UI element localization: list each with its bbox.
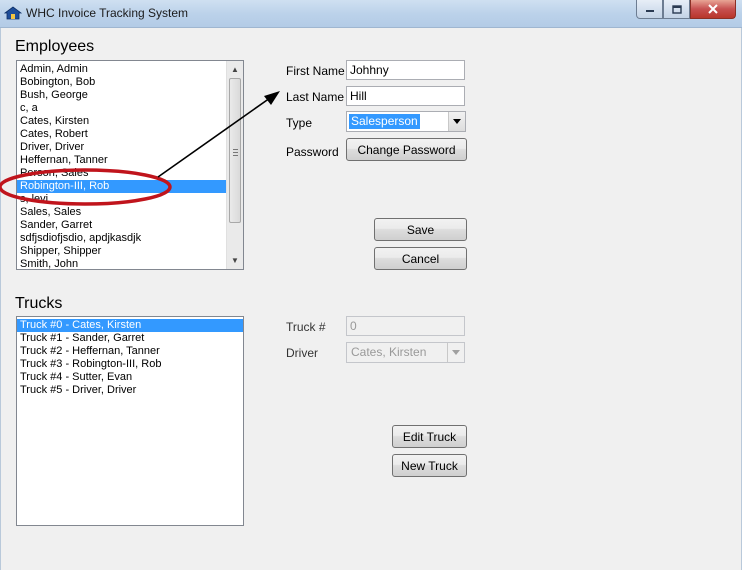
employee-list-item[interactable]: Bush, George: [17, 89, 227, 102]
type-select[interactable]: Salesperson: [346, 111, 466, 132]
last-name-label: Last Name: [286, 90, 345, 104]
employee-list-item[interactable]: Smith, John: [17, 258, 227, 269]
first-name-label: First Name: [286, 64, 345, 78]
truck-list-item[interactable]: Truck #3 - Robington-III, Rob: [17, 358, 243, 371]
minimize-button[interactable]: [636, 0, 663, 19]
minimize-icon: [645, 10, 654, 12]
employees-heading: Employees: [15, 38, 95, 55]
change-password-button[interactable]: Change Password: [346, 138, 467, 161]
title-bar: WHC Invoice Tracking System: [0, 0, 742, 28]
window-title: WHC Invoice Tracking System: [26, 6, 189, 20]
truck-number-label: Truck #: [286, 320, 326, 334]
truck-number-field[interactable]: 0: [346, 316, 465, 336]
employee-list-item[interactable]: Driver, Driver: [17, 141, 227, 154]
employee-list-item[interactable]: Cates, Robert: [17, 128, 227, 141]
trucks-list[interactable]: Truck #0 - Cates, Kirsten Truck #1 - Sand…: [16, 316, 244, 526]
driver-selected-value: Cates, Kirsten: [351, 345, 427, 359]
employee-list-item[interactable]: Person, Sales: [17, 167, 227, 180]
password-label: Password: [286, 145, 339, 159]
close-icon: [708, 4, 718, 14]
maximize-button[interactable]: [663, 0, 690, 19]
driver-label: Driver: [286, 346, 318, 360]
scroll-thumb[interactable]: [229, 78, 241, 223]
employee-list-item[interactable]: s, levi: [17, 193, 227, 206]
employee-list-item[interactable]: Admin, Admin: [17, 63, 227, 76]
maximize-icon: [671, 4, 682, 14]
truck-list-item[interactable]: Truck #4 - Sutter, Evan: [17, 371, 243, 384]
employees-scrollbar[interactable]: ▲ ▼: [226, 61, 243, 269]
truck-list-item[interactable]: Truck #0 - Cates, Kirsten: [17, 319, 243, 332]
employee-list-item[interactable]: Cates, Kirsten: [17, 115, 227, 128]
first-name-field[interactable]: Johhny: [346, 60, 465, 80]
type-label: Type: [286, 116, 313, 130]
employee-list-item[interactable]: Sales, Sales: [17, 206, 227, 219]
employee-list-item[interactable]: c, a: [17, 102, 227, 115]
house-icon: [4, 6, 22, 20]
driver-select[interactable]: Cates, Kirsten: [346, 342, 465, 363]
chevron-down-icon[interactable]: [447, 343, 464, 362]
employee-list-item[interactable]: Sander, Garret: [17, 219, 227, 232]
chevron-down-icon[interactable]: [448, 112, 465, 131]
new-truck-button[interactable]: New Truck: [392, 454, 467, 477]
employee-list-item[interactable]: Bobington, Bob: [17, 76, 227, 89]
truck-list-item[interactable]: Truck #5 - Driver, Driver: [17, 384, 243, 397]
scroll-down-icon[interactable]: ▼: [227, 252, 243, 269]
scroll-up-icon[interactable]: ▲: [227, 61, 243, 78]
trucks-heading: Trucks: [15, 295, 63, 312]
last-name-field[interactable]: Hill: [346, 86, 465, 106]
close-button[interactable]: [690, 0, 736, 19]
truck-list-item[interactable]: Truck #2 - Heffernan, Tanner: [17, 345, 243, 358]
edit-truck-button[interactable]: Edit Truck: [392, 425, 467, 448]
save-button[interactable]: Save: [374, 218, 467, 241]
employee-list-item[interactable]: sdfjsdiofjsdio, apdjkasdjk: [17, 232, 227, 245]
employees-list[interactable]: Admin, Admin Bobington, Bob Bush, George c,…: [16, 60, 244, 270]
employee-list-item[interactable]: Robington-III, Rob: [17, 180, 227, 193]
truck-list-item[interactable]: Truck #1 - Sander, Garret: [17, 332, 243, 345]
type-selected-value: Salesperson: [349, 114, 420, 129]
employee-list-item[interactable]: Heffernan, Tanner: [17, 154, 227, 167]
employee-list-item[interactable]: Shipper, Shipper: [17, 245, 227, 258]
cancel-button[interactable]: Cancel: [374, 247, 467, 270]
